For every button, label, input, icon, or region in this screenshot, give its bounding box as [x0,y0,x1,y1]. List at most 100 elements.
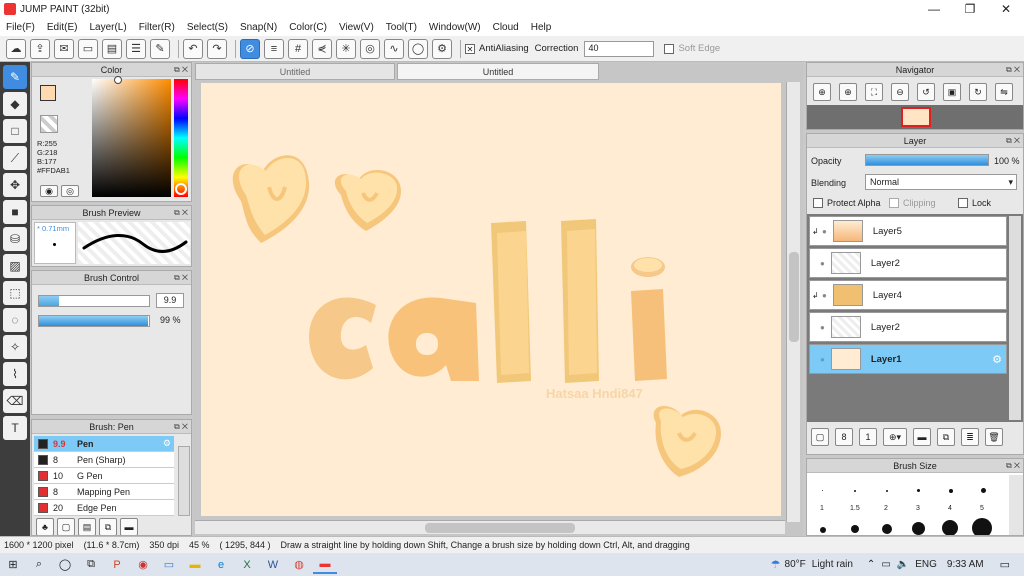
circle-snap-icon[interactable]: ◯ [408,38,428,59]
vertical-scrollbar[interactable] [786,82,800,522]
clipping-checkbox[interactable]: Clipping [889,198,936,208]
gear-icon[interactable]: ⚙ [163,438,171,449]
layer-row[interactable]: ● Layer1 ⚙ [809,344,1007,374]
gradient-tool-icon[interactable]: ▨ [3,254,27,278]
transparent-color-swatch[interactable] [40,115,58,133]
notification-icon[interactable]: ▭ [1000,558,1010,571]
panel-buttons-icon[interactable]: ⧉ ✕ [1006,63,1020,77]
saturation-value-picker[interactable] [92,79,171,197]
zoom-out-icon[interactable]: ⊖ [891,83,909,101]
panel-buttons-icon[interactable]: ⧉ ✕ [1006,459,1020,473]
file-explorer-icon[interactable]: ▬ [183,556,207,574]
layer-row[interactable]: ↲ ● Layer4 [809,280,1007,310]
move-tool-icon[interactable]: ✥ [3,173,27,197]
tab-untitled-2[interactable]: Untitled [397,63,599,80]
rotate-right-icon[interactable]: ↻ [969,83,987,101]
grid-icon[interactable]: # [288,38,308,59]
snap-off-icon[interactable]: ⊘ [240,38,260,59]
trash-icon[interactable]: 🗑 [985,428,1003,446]
fill-rect-tool-icon[interactable]: ■ [3,200,27,224]
radial-icon[interactable]: ✳ [336,38,356,59]
lock-checkbox[interactable]: Lock [958,198,991,208]
blending-select[interactable]: Normal ▾ [865,174,1017,190]
brush-size-dot[interactable] [886,490,888,492]
clock[interactable]: 9:33 AM [947,559,984,570]
cortana-icon[interactable]: ◯ [53,556,77,574]
powerpoint-icon[interactable]: P [105,556,129,574]
task-view-icon[interactable]: ⧉ [79,556,103,574]
menu-help[interactable]: Help [525,22,558,33]
cloud-icon[interactable]: ☁ [6,38,26,59]
jump-paint-taskbar-icon[interactable]: ▬ [313,556,337,574]
layer-row[interactable]: ● Layer2 [809,248,1007,278]
share-icon[interactable]: ⇪ [30,38,50,59]
curve-icon[interactable]: ∿ [384,38,404,59]
brush-size-scrollbar[interactable] [1009,475,1023,535]
menu-view[interactable]: View(V) [333,22,380,33]
dot-tool-icon[interactable]: ⟋ [3,146,27,170]
brush-size-dot[interactable] [972,518,992,535]
foreground-color-swatch[interactable] [40,85,56,101]
language-indicator[interactable]: ENG [915,559,937,570]
eraser-tool-icon[interactable]: ◆ [3,92,27,116]
panel-buttons-icon[interactable]: ⧉ ✕ [174,206,188,220]
close-button[interactable]: ✕ [988,2,1024,16]
menu-color[interactable]: Color(C) [283,22,333,33]
visibility-icon[interactable]: ● [820,323,825,332]
redo-icon[interactable]: ↷ [207,38,227,59]
word-icon[interactable]: W [261,556,285,574]
select-pen-tool-icon[interactable]: ⌇ [3,362,27,386]
copy-brush-icon[interactable]: ⧉ [99,518,117,535]
snap-settings-icon[interactable]: ⚙ [432,38,452,59]
vertical-scroll-thumb[interactable] [789,252,799,342]
correction-input[interactable]: 40 [584,40,655,57]
layer-row[interactable]: ↲ ● Layer5 [809,216,1007,246]
brush-menu-icon[interactable]: ▤ [78,518,96,535]
minimize-button[interactable]: — [916,2,952,16]
edit-icon[interactable]: ✎ [150,38,170,59]
antialiasing-checkbox[interactable]: ✕ AntiAliasing [465,43,529,54]
swap-icon[interactable]: ◎ [61,185,79,197]
add-layer-menu-icon[interactable]: ⊕▾ [883,428,907,446]
brush-item-edge-pen[interactable]: 20 Edge Pen [34,500,174,516]
menu-snap[interactable]: Snap(N) [234,22,283,33]
menu-filter[interactable]: Filter(R) [133,22,181,33]
new-1bit-layer-icon[interactable]: 1 [859,428,877,446]
pen-tool-icon[interactable]: ✎ [3,65,27,89]
brush-size-dot[interactable] [882,524,892,534]
brush-item-pen[interactable]: 9.9 Pen ⚙ [34,436,174,452]
horizontal-scroll-thumb[interactable] [425,523,575,533]
tab-untitled-1[interactable]: Untitled [195,63,395,80]
brush-size-dot[interactable] [912,522,925,535]
brush-size-dot[interactable] [854,490,856,492]
lasso-tool-icon[interactable]: ◌ [3,308,27,332]
new-layer-icon[interactable]: ▢ [811,428,829,446]
app-icon[interactable]: ◉ [131,556,155,574]
zoom-in-icon[interactable]: ⊕ [813,83,831,101]
brush-size-value[interactable]: 9.9 [156,293,184,308]
undo-icon[interactable]: ↶ [183,38,203,59]
brush-size-dot[interactable] [917,489,920,492]
brush-item-mapping-pen[interactable]: 8 Mapping Pen [34,484,174,500]
excel-icon[interactable]: X [235,556,259,574]
rotate-left-icon[interactable]: ↺ [917,83,935,101]
gear-icon[interactable]: ⚙ [992,353,1002,366]
brush-item-pen-sharp[interactable]: 8 Pen (Sharp) [34,452,174,468]
rectangle-tool-icon[interactable]: □ [3,119,27,143]
list-icon[interactable]: ☰ [126,38,146,59]
brush-shape-icon[interactable]: ♣ [36,518,54,535]
flip-icon[interactable]: ⇋ [995,83,1013,101]
chat-icon[interactable]: ▭ [78,38,98,59]
windows-start-icon[interactable]: ⊞ [1,556,25,574]
search-icon[interactable]: ⌕ [27,556,51,574]
duplicate-layer-icon[interactable]: ⧉ [937,428,955,446]
hue-handle[interactable] [175,183,187,195]
menu-window[interactable]: Window(W) [423,22,487,33]
menu-tool[interactable]: Tool(T) [380,22,423,33]
layer-opacity-slider[interactable] [865,154,989,166]
edge-icon[interactable]: e [209,556,233,574]
panel-buttons-icon[interactable]: ⧉ ✕ [174,420,188,434]
hue-slider[interactable] [174,79,188,197]
maximize-button[interactable]: ❐ [952,2,988,16]
network-icon[interactable]: ▭ [881,559,890,570]
